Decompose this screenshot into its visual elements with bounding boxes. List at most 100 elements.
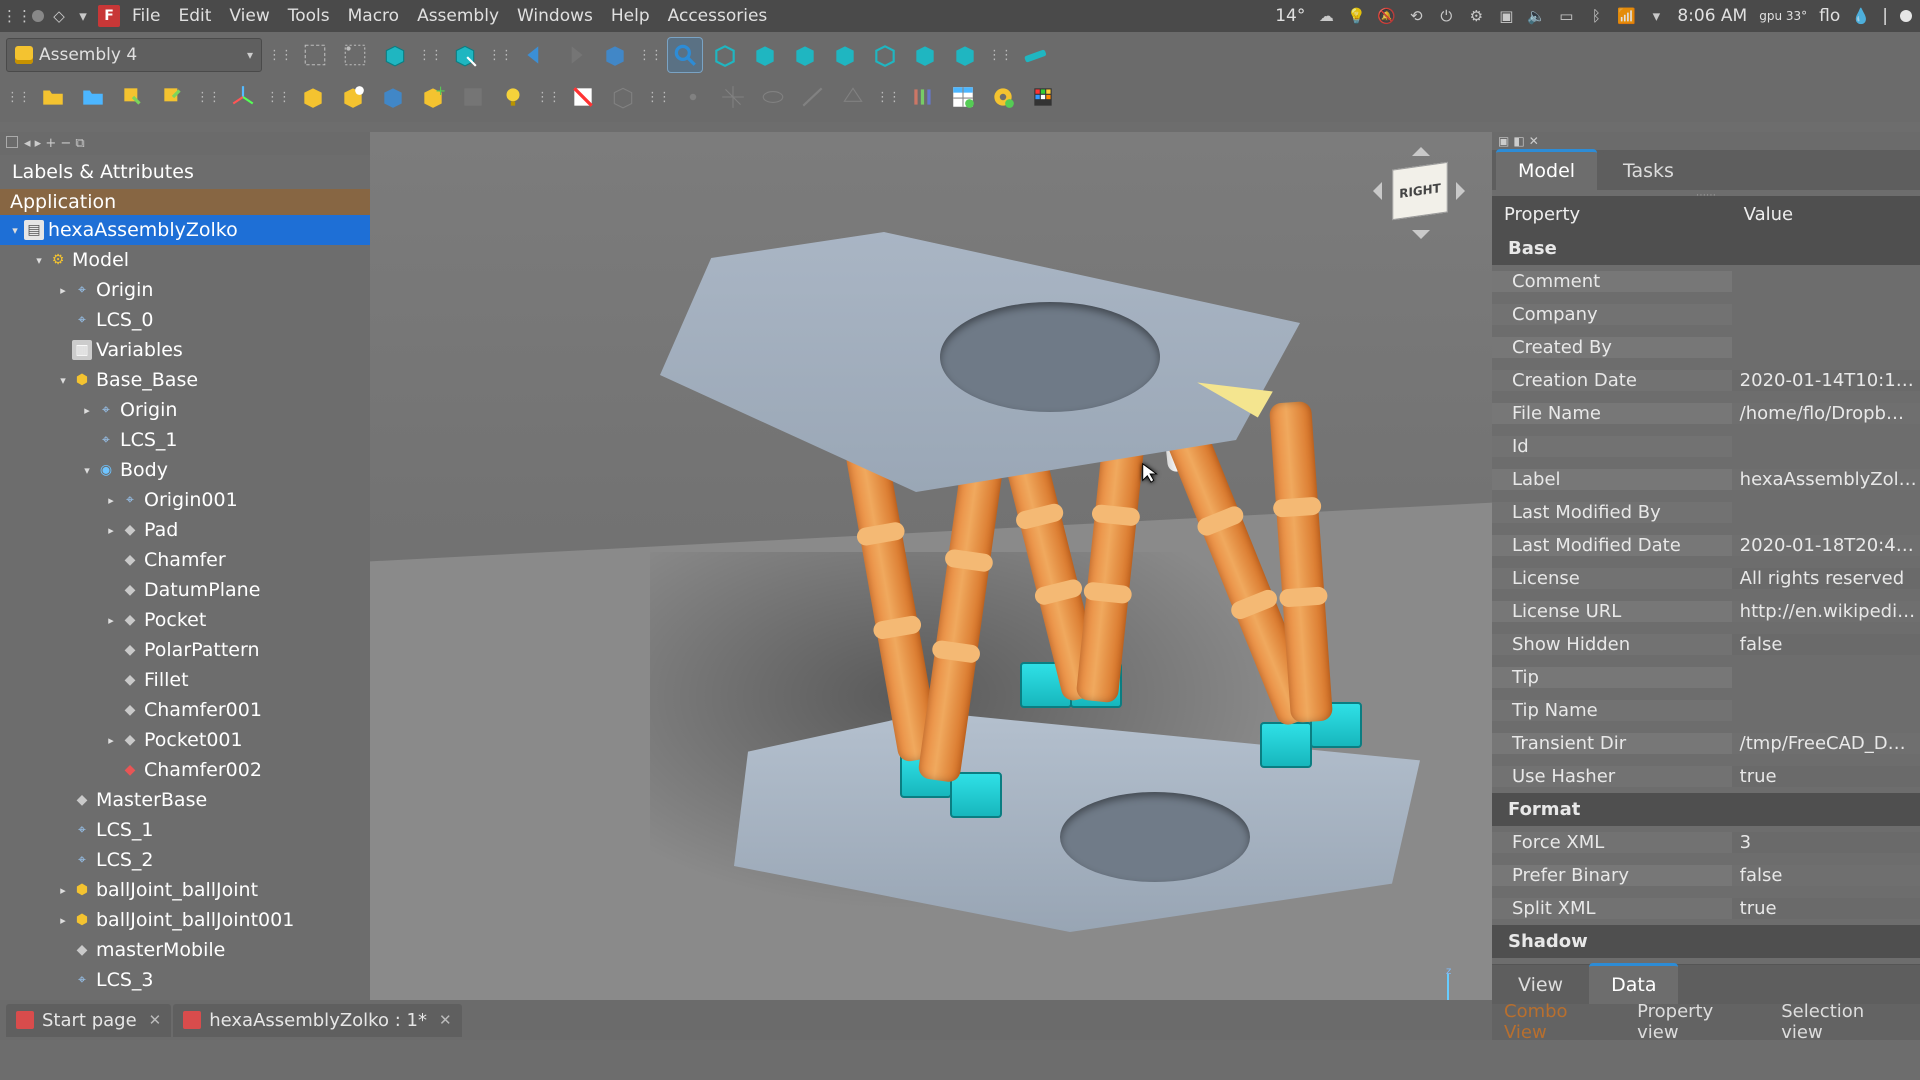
weather-icon[interactable]: ☁: [1317, 7, 1335, 25]
clock[interactable]: 8:06 AM: [1677, 6, 1747, 26]
view-rear-icon[interactable]: [868, 38, 902, 72]
sync-icon[interactable]: ⟲: [1407, 7, 1425, 25]
tree-item[interactable]: ▸⌖Origin: [0, 275, 370, 305]
bulb-icon[interactable]: 💡: [1347, 7, 1365, 25]
view-front-icon[interactable]: [748, 38, 782, 72]
datum-plane-icon[interactable]: [836, 80, 870, 114]
expand-arrow-icon[interactable]: ▸: [56, 914, 70, 927]
property-value[interactable]: /home/flo/Dropb…: [1732, 403, 1920, 424]
measure-icon[interactable]: [1018, 38, 1052, 72]
toolbar-handle[interactable]: ⋮⋮: [638, 48, 662, 63]
datum-ellipse-icon[interactable]: [756, 80, 790, 114]
navcube-face[interactable]: RIGHT: [1392, 162, 1447, 220]
tree-item[interactable]: ◆Fillet: [0, 665, 370, 695]
property-value[interactable]: 2020-01-14T10:10…: [1732, 370, 1920, 391]
property-group-header[interactable]: Format: [1492, 793, 1920, 826]
property-row[interactable]: Created By: [1492, 331, 1920, 364]
tree-item[interactable]: ▸◆Pad: [0, 515, 370, 545]
tree-item[interactable]: ▸◆Pocket: [0, 605, 370, 635]
tab-selection-view[interactable]: Selection view: [1769, 997, 1920, 1047]
view-left-icon[interactable]: [948, 38, 982, 72]
expand-arrow-icon[interactable]: ▸: [104, 614, 118, 627]
view-iso-icon[interactable]: [708, 38, 742, 72]
toolbar-handle[interactable]: ⋮⋮: [536, 90, 560, 105]
notifications-muted-icon[interactable]: 🔕: [1377, 7, 1395, 25]
close-icon[interactable]: ✕: [439, 1011, 452, 1029]
username[interactable]: flo: [1819, 6, 1840, 26]
property-row[interactable]: Tip Name: [1492, 694, 1920, 727]
battery-icon[interactable]: ▭: [1557, 7, 1575, 25]
datum-line-icon[interactable]: [796, 80, 830, 114]
part-icon[interactable]: [296, 80, 330, 114]
link-cube-icon[interactable]: [598, 38, 632, 72]
hexapod-model[interactable]: [600, 192, 1360, 952]
import-icon[interactable]: [116, 80, 150, 114]
group-icon[interactable]: [376, 80, 410, 114]
status-dot-icon[interactable]: [1900, 10, 1912, 22]
nav-back-icon[interactable]: [518, 38, 552, 72]
menu-assembly[interactable]: Assembly: [411, 4, 505, 28]
col-property[interactable]: Property: [1492, 204, 1732, 225]
tree-item[interactable]: ▸⌖Origin: [0, 395, 370, 425]
part-aux-icon[interactable]: [336, 80, 370, 114]
property-value[interactable]: true: [1732, 766, 1920, 787]
3d-viewport[interactable]: RIGHT zyx: [370, 132, 1492, 1040]
rubik-icon[interactable]: [1026, 80, 1060, 114]
property-group-header[interactable]: Shadow: [1492, 925, 1920, 958]
navigation-cube[interactable]: RIGHT: [1364, 138, 1474, 248]
tree-item[interactable]: ⌖LCS_1: [0, 425, 370, 455]
box-select-icon[interactable]: [448, 38, 482, 72]
toolbar-handle[interactable]: ⋮⋮: [196, 90, 220, 105]
datum-axes-icon[interactable]: [716, 80, 750, 114]
view-bottom-icon[interactable]: [908, 38, 942, 72]
expand-arrow-icon[interactable]: ▸: [56, 284, 70, 297]
display-icon[interactable]: ▣: [1497, 7, 1515, 25]
expand-arrow-icon[interactable]: ▾: [8, 224, 22, 237]
close-icon[interactable]: ✕: [149, 1011, 162, 1029]
ghost-cube-icon[interactable]: [606, 80, 640, 114]
gear-settings-icon[interactable]: [986, 80, 1020, 114]
tree-item[interactable]: ◆Chamfer: [0, 545, 370, 575]
doctab-hexa-assembly[interactable]: hexaAssemblyZolko : 1* ✕: [173, 1004, 461, 1037]
expand-arrow-icon[interactable]: ▾: [32, 254, 46, 267]
property-value[interactable]: All rights reserved: [1732, 568, 1920, 589]
property-value[interactable]: 3: [1732, 832, 1920, 853]
diamond-icon[interactable]: ◇: [50, 7, 68, 25]
feature-add-icon[interactable]: +: [416, 80, 450, 114]
sliders-icon[interactable]: [906, 80, 940, 114]
tree-item[interactable]: ◆DatumPlane: [0, 575, 370, 605]
expand-arrow-icon[interactable]: ▾: [80, 464, 94, 477]
axes-toggle-icon[interactable]: [226, 80, 260, 114]
volume-icon[interactable]: 🔈: [1527, 7, 1545, 25]
property-row[interactable]: LicenseAll rights reserved: [1492, 562, 1920, 595]
property-value[interactable]: true: [1732, 898, 1920, 919]
app-launcher-icon[interactable]: ⋮⋮: [8, 7, 26, 25]
menu-help[interactable]: Help: [605, 4, 656, 28]
col-value[interactable]: Value: [1732, 204, 1920, 225]
toolbar-handle[interactable]: ⋮⋮: [6, 90, 30, 105]
tree-item[interactable]: ◆masterMobile: [0, 935, 370, 965]
wifi-icon[interactable]: 📶: [1617, 7, 1635, 25]
select-lasso-icon[interactable]: [338, 38, 372, 72]
tree-item[interactable]: ▥Variables: [0, 335, 370, 365]
expand-arrow-icon[interactable]: ▸: [104, 734, 118, 747]
panel-dock-controls[interactable]: ▣◧✕: [1492, 132, 1920, 150]
zoom-fit-icon[interactable]: [668, 38, 702, 72]
navcube-up-icon[interactable]: [1412, 138, 1430, 156]
property-row[interactable]: File Name/home/flo/Dropb…: [1492, 397, 1920, 430]
export-icon[interactable]: [156, 80, 190, 114]
property-row[interactable]: Creation Date2020-01-14T10:10…: [1492, 364, 1920, 397]
settings-gear-icon[interactable]: ⚙: [1467, 7, 1485, 25]
property-value[interactable]: hexaAssemblyZol…: [1732, 469, 1920, 490]
property-row[interactable]: Use Hashertrue: [1492, 760, 1920, 793]
tab-tasks[interactable]: Tasks: [1601, 152, 1696, 190]
property-value[interactable]: http://en.wikipedi…: [1732, 601, 1920, 622]
datum-point-icon[interactable]: [676, 80, 710, 114]
property-row[interactable]: Last Modified Date2020-01-18T20:4…: [1492, 529, 1920, 562]
navcube-left-icon[interactable]: [1364, 182, 1382, 200]
property-row[interactable]: Last Modified By: [1492, 496, 1920, 529]
property-row[interactable]: Company: [1492, 298, 1920, 331]
tree-item[interactable]: ⌖LCS_2: [0, 845, 370, 875]
menu-accessories[interactable]: Accessories: [662, 4, 774, 28]
tree-item[interactable]: ▾▤hexaAssemblyZolko: [0, 215, 370, 245]
